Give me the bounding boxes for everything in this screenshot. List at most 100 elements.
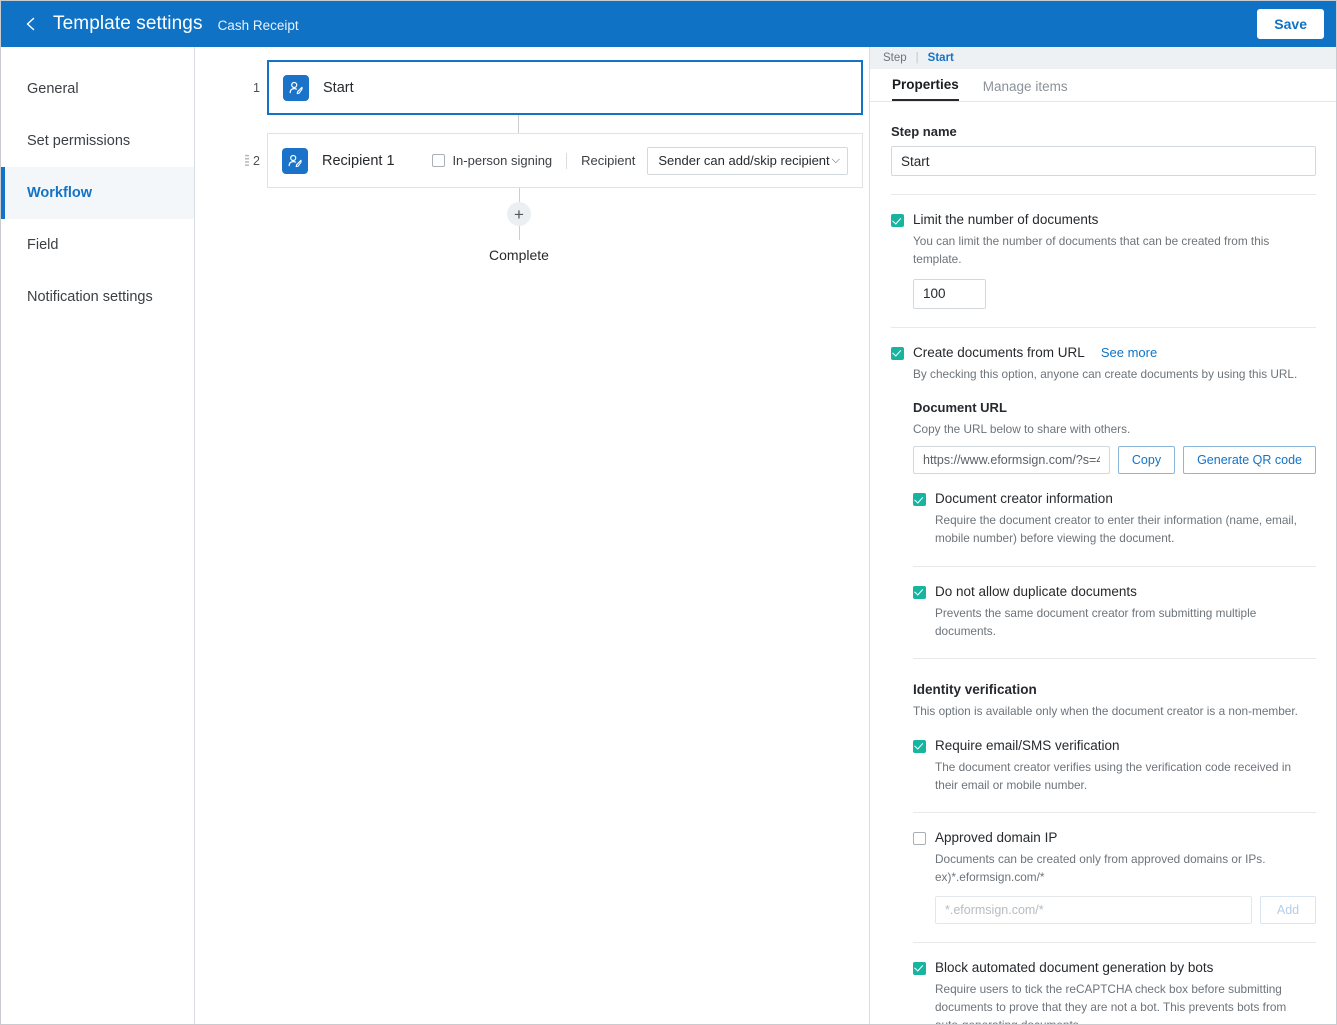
sidebar-item-general[interactable]: General xyxy=(1,63,194,115)
drag-handle-icon[interactable] xyxy=(245,154,250,167)
signer-person-icon xyxy=(282,147,308,174)
back-button[interactable] xyxy=(17,10,45,38)
no-duplicates-label: Do not allow duplicate documents xyxy=(935,583,1137,599)
see-more-link[interactable]: See more xyxy=(1101,345,1157,360)
limit-documents-label: Limit the number of documents xyxy=(913,212,1099,227)
step-name-field-label: Step name xyxy=(891,124,957,139)
template-settings-window: Template settings Cash Receipt Save Gene… xyxy=(0,0,1337,1025)
email-sms-verification-checkbox[interactable] xyxy=(913,739,926,753)
section-identity-verification: Identity verification This option is ava… xyxy=(913,659,1316,794)
option-creator-information: Document creator information Require the… xyxy=(913,474,1316,548)
workflow-diagram: 1 Start 2 Recipient 1 In-person signing … xyxy=(219,60,863,263)
breadcrumb-separator: | xyxy=(915,52,919,64)
in-person-signing-checkbox[interactable]: In-person signing xyxy=(432,153,552,168)
checkbox-box-icon xyxy=(432,154,446,167)
document-url-label: Document URL xyxy=(913,399,1007,415)
step-number: 2 xyxy=(253,153,260,168)
block-bots-description: Require users to tick the reCAPTCHA chec… xyxy=(935,981,1287,1024)
sidebar-item-label: Notification settings xyxy=(27,289,153,305)
workflow-canvas: 1 Start 2 Recipient 1 In-person signing … xyxy=(195,47,870,1024)
document-url-block: Document URL Copy the URL below to share… xyxy=(913,399,1316,475)
option-header: Do not allow duplicate documents xyxy=(913,584,1316,599)
sidebar-item-field[interactable]: Field xyxy=(1,219,194,271)
workflow-node-start[interactable]: Start xyxy=(267,60,863,115)
tab-manage-items[interactable]: Manage items xyxy=(983,79,1068,101)
generate-qr-code-button[interactable]: Generate QR code xyxy=(1183,446,1316,475)
recipient-role-label: Recipient xyxy=(581,153,636,168)
creator-information-description: Require the document creator to enter th… xyxy=(935,513,1297,546)
document-url-description: Copy the URL below to share with others. xyxy=(913,421,1131,436)
step-gutter: 2 xyxy=(219,133,267,188)
email-sms-verification-description: The document creator verifies using the … xyxy=(935,759,1292,792)
sidebar-item-label: Field xyxy=(27,237,59,253)
block-bots-checkbox[interactable] xyxy=(913,961,926,975)
option-header: Limit the number of documents xyxy=(891,212,1316,227)
identity-verification-heading: Identity verification xyxy=(913,682,1037,698)
approved-domain-ip-checkbox[interactable] xyxy=(913,832,926,846)
workflow-node-recipient-1[interactable]: Recipient 1 In-person signing Recipient … xyxy=(267,133,863,188)
top-bar: Template settings Cash Receipt Save xyxy=(1,1,1336,47)
recipient-permission-select[interactable]: Sender can add/skip recipient ⌵ xyxy=(647,146,848,175)
create-from-url-description: By checking this option, anyone can crea… xyxy=(913,366,1298,381)
approved-domain-ip-row: Add xyxy=(935,895,1316,924)
approved-domain-ip-input[interactable] xyxy=(935,895,1252,924)
approved-domain-ip-description: Documents can be created only from appro… xyxy=(935,852,1266,885)
breadcrumb: Step | Start xyxy=(870,47,1336,69)
step-connector-line xyxy=(518,115,519,133)
document-url-input[interactable] xyxy=(913,446,1110,475)
connector-line xyxy=(518,226,520,240)
copy-url-button[interactable]: Copy xyxy=(1117,446,1176,475)
body: General Set permissions Workflow Field N… xyxy=(1,47,1336,1024)
creator-information-checkbox[interactable] xyxy=(913,493,926,507)
option-email-sms-verification: Require email/SMS verification The docum… xyxy=(913,721,1316,795)
recipient-permission-value: Sender can add/skip recipient xyxy=(658,153,830,168)
block-bots-label: Block automated document generation by b… xyxy=(935,959,1214,975)
page-title: Template settings xyxy=(53,13,203,34)
email-sms-verification-label: Require email/SMS verification xyxy=(935,737,1120,753)
sidebar-item-label: General xyxy=(27,81,79,97)
create-from-url-label: Create documents from URL xyxy=(913,344,1085,360)
panel-tabs: Properties Manage items xyxy=(870,69,1336,102)
limit-documents-checkbox[interactable] xyxy=(891,214,904,227)
option-approved-domain-ip: Approved domain IP Documents can be crea… xyxy=(913,813,1316,924)
complete-label: Complete xyxy=(489,247,549,263)
limit-documents-input-wrap xyxy=(913,278,1316,309)
connector-line xyxy=(518,188,520,202)
no-duplicates-checkbox[interactable] xyxy=(913,585,926,599)
limit-documents-description: You can limit the number of documents th… xyxy=(913,234,1270,267)
option-block-bots: Block automated document generation by b… xyxy=(913,943,1316,1024)
create-from-url-checkbox[interactable] xyxy=(891,346,904,360)
workflow-step-row: 2 Recipient 1 In-person signing Recipien… xyxy=(219,133,863,188)
breadcrumb-root: Step xyxy=(883,52,907,64)
sidebar-item-notification-settings[interactable]: Notification settings xyxy=(1,271,194,323)
add-step-zone: + Complete xyxy=(470,188,568,263)
option-header: Require email/SMS verification xyxy=(913,738,1316,753)
step-name-input[interactable] xyxy=(891,146,1316,176)
sidebar-item-label: Set permissions xyxy=(27,133,131,149)
step-gutter: 1 xyxy=(219,60,267,115)
tab-properties[interactable]: Properties xyxy=(892,77,959,101)
option-create-from-url: Create documents from URL See more By ch… xyxy=(891,328,1316,1024)
option-no-duplicate-documents: Do not allow duplicate documents Prevent… xyxy=(913,567,1316,641)
properties-panel: Step | Start Properties Manage items Ste… xyxy=(870,47,1336,1024)
option-header: Document creator information xyxy=(913,491,1316,507)
identity-verification-description: This option is available only when the d… xyxy=(913,704,1298,719)
add-domain-button[interactable]: Add xyxy=(1260,895,1316,924)
save-button[interactable]: Save xyxy=(1257,9,1324,39)
option-limit-documents: Limit the number of documents You can li… xyxy=(891,195,1316,309)
signer-person-icon xyxy=(283,74,309,101)
creator-information-label: Document creator information xyxy=(935,491,1113,507)
panel-scroll-area[interactable]: Step name Limit the number of documents … xyxy=(870,102,1336,1024)
add-step-button[interactable]: + xyxy=(507,202,531,226)
option-header: Create documents from URL See more xyxy=(891,345,1316,360)
step-name-label: Recipient 1 xyxy=(322,152,395,169)
breadcrumb-current: Start xyxy=(927,52,954,64)
template-name: Cash Receipt xyxy=(217,17,299,33)
in-person-signing-label: In-person signing xyxy=(452,153,553,168)
sidebar-item-set-permissions[interactable]: Set permissions xyxy=(1,115,194,167)
no-duplicates-description: Prevents the same document creator from … xyxy=(935,605,1257,638)
divider xyxy=(566,152,568,169)
limit-documents-input[interactable] xyxy=(913,278,986,309)
sidebar-item-workflow[interactable]: Workflow xyxy=(1,167,194,219)
option-header: Block automated document generation by b… xyxy=(913,960,1316,975)
